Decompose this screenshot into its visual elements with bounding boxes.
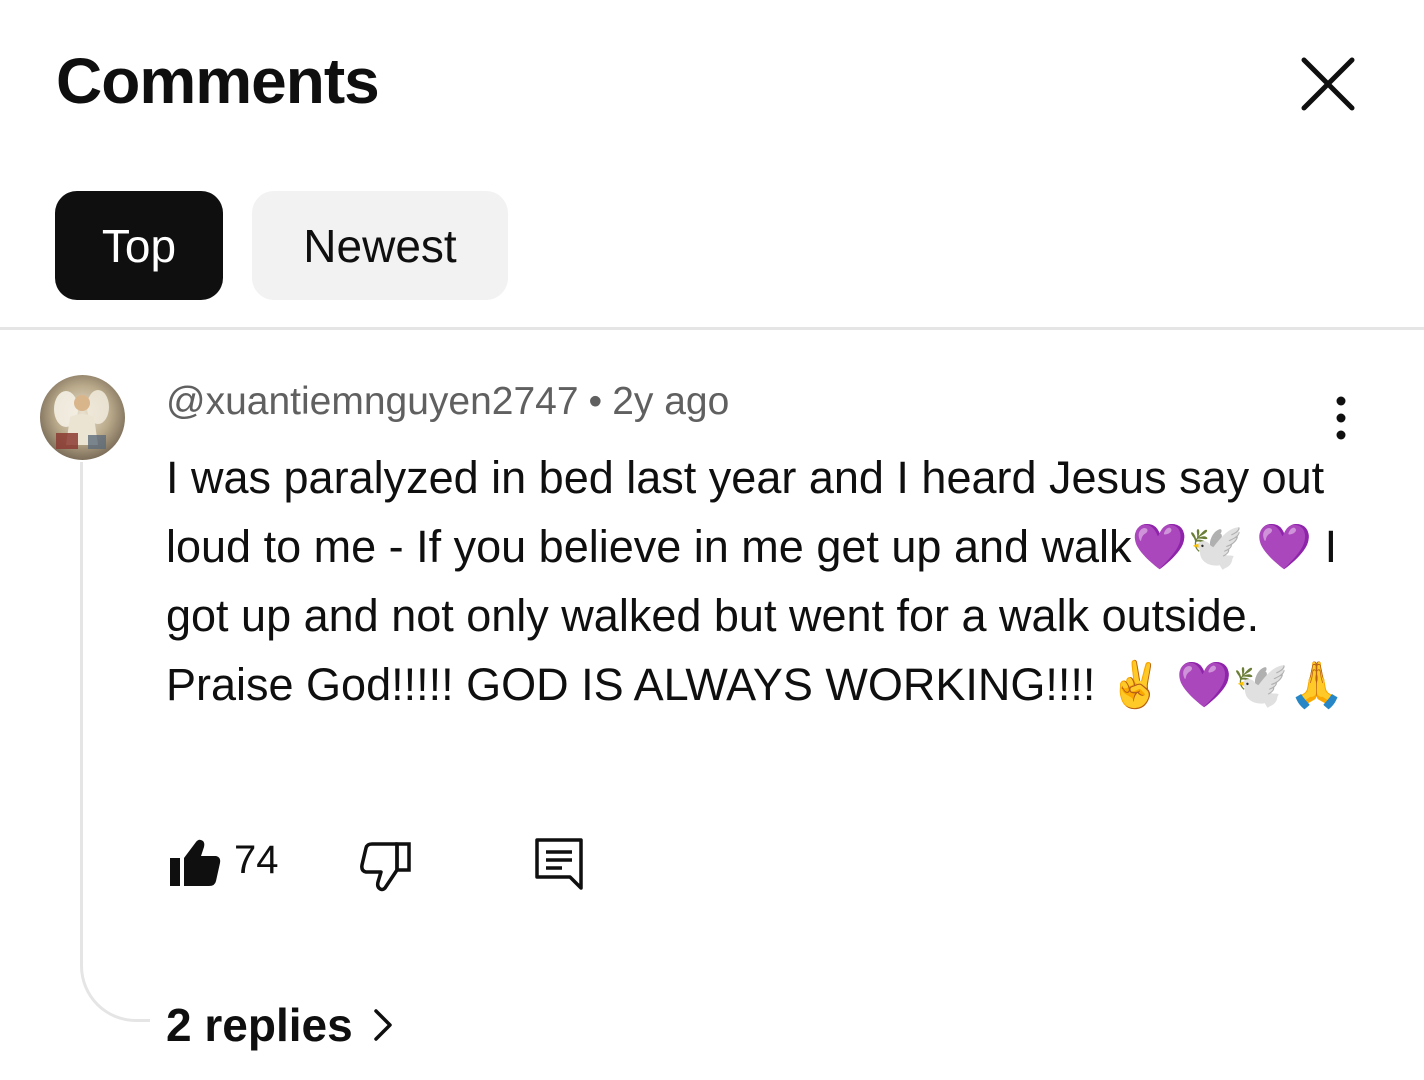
sort-chip-top[interactable]: Top	[55, 191, 223, 300]
divider	[0, 327, 1424, 330]
replies-label: 2 replies	[166, 999, 353, 1051]
view-replies-button[interactable]: 2 replies	[166, 998, 395, 1052]
sort-chip-newest[interactable]: Newest	[252, 191, 508, 300]
reply-thread-line	[80, 462, 150, 1022]
thumbs-up-filled-icon[interactable]	[166, 834, 224, 892]
comment-time: 2y ago	[612, 380, 730, 423]
comment-text: I was paralyzed in bed last year and I h…	[166, 452, 1350, 710]
comment-reply-icon[interactable]	[530, 834, 588, 892]
comments-panel: Comments Top Newest @xuantiemnguyen2747 …	[0, 0, 1424, 1080]
comment-author[interactable]: @xuantiemnguyen2747	[166, 380, 579, 423]
meta-separator: •	[588, 380, 603, 423]
chevron-right-icon	[373, 1009, 392, 1041]
panel-title: Comments	[56, 45, 380, 117]
close-icon[interactable]	[1290, 46, 1366, 122]
avatar[interactable]	[40, 375, 125, 460]
more-vert-icon[interactable]	[1318, 392, 1364, 444]
thumbs-down-icon[interactable]	[357, 836, 415, 894]
comment-meta: @xuantiemnguyen2747 • 2y ago	[166, 380, 729, 424]
like-count: 74	[234, 838, 279, 882]
